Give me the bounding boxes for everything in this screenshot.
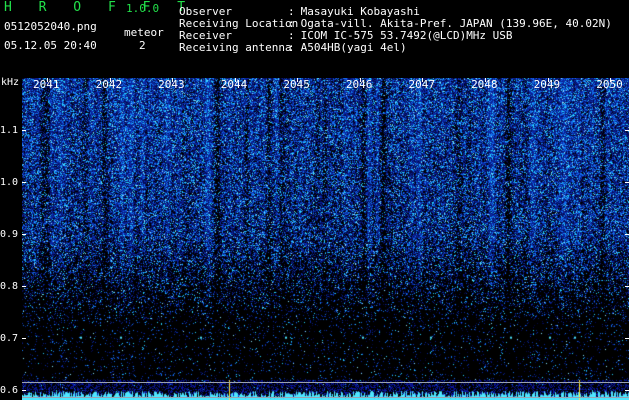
y-tick-mark bbox=[625, 233, 629, 235]
x-tick-mark bbox=[172, 78, 174, 82]
reference-line bbox=[22, 382, 629, 383]
app-version: 1.0.0 bbox=[126, 2, 160, 15]
x-tick-mark bbox=[297, 78, 299, 82]
x-tick-mark bbox=[422, 78, 424, 82]
y-tick-mark bbox=[625, 181, 629, 183]
y-tick-mark-left bbox=[22, 389, 26, 391]
x-tick-mark bbox=[359, 78, 361, 82]
antenna-label: Receiving antenna bbox=[179, 41, 292, 54]
y-tick-label: 0.9 bbox=[0, 228, 19, 240]
meteor-count: 2 bbox=[139, 39, 146, 52]
y-tick-label: 0.7 bbox=[0, 332, 19, 344]
y-tick-label: 0.6 bbox=[0, 384, 19, 396]
y-tick-label: 1.0 bbox=[0, 176, 19, 188]
hrofft-window: H R O F F T 1.0.0 0512052040.png 05.12.0… bbox=[0, 0, 629, 400]
y-tick-mark-left bbox=[22, 337, 26, 339]
y-tick-mark-left bbox=[22, 129, 26, 131]
reference-line bbox=[22, 397, 629, 398]
y-tick-mark-left bbox=[22, 233, 26, 235]
antenna-value: : A504HB(yagi 4el) bbox=[288, 41, 407, 54]
meteor-label: meteor bbox=[124, 26, 164, 39]
y-tick-mark bbox=[625, 337, 629, 339]
x-tick-mark bbox=[485, 78, 487, 82]
y-tick-label: 0.8 bbox=[0, 280, 19, 292]
y-tick-mark-left bbox=[22, 285, 26, 287]
x-tick-mark bbox=[109, 78, 111, 82]
y-tick-mark bbox=[625, 129, 629, 131]
y-tick-label: 1.1 bbox=[0, 124, 19, 136]
x-tick-mark bbox=[547, 78, 549, 82]
y-tick-mark bbox=[625, 285, 629, 287]
y-tick-mark-left bbox=[22, 181, 26, 183]
x-tick-mark bbox=[47, 78, 49, 82]
spectrogram-canvas bbox=[22, 78, 629, 400]
y-axis-unit: kHz bbox=[1, 77, 20, 88]
filename-label: 0512052040.png bbox=[4, 20, 97, 33]
spectrogram-panel: kHz 1.1 1.0 0.9 0.8 0.7 0.6 2041 2042 2043 2044 2… bbox=[0, 78, 629, 400]
app-title: H R O F F T bbox=[4, 0, 195, 15]
x-tick-mark bbox=[610, 78, 612, 82]
x-tick-mark bbox=[234, 78, 236, 82]
datetime-label: 05.12.05 20:40 bbox=[4, 39, 97, 52]
y-tick-mark bbox=[625, 389, 629, 391]
